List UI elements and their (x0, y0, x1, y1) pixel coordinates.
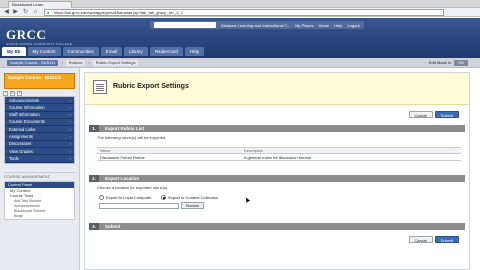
help-link[interactable]: Help (334, 23, 342, 28)
chevron-icon: › (69, 112, 71, 118)
rubric-document-icon (93, 80, 107, 94)
breadcrumb: Sample Course - BUS111 › Rubrics › Rubri… (7, 60, 139, 66)
submit-button-top[interactable]: Submit (434, 111, 459, 118)
address-bar[interactable]: ● https://ssl.grcc.edu/webapps/portal/fr… (44, 9, 444, 16)
breadcrumb-current: Rubric Export Settings (92, 60, 139, 66)
course-management-panel: Control Panel My Content Course Tools Ad… (4, 180, 75, 220)
cancel-button-bottom[interactable]: Cancel (408, 236, 433, 243)
browser-toolbar: ◀ ▶ ↻ ⌂ ● https://ssl.grcc.edu/webapps/p… (0, 8, 480, 17)
step-3-header: 3. Submit (89, 223, 465, 230)
rubric-name: Discussion Forum Rubric (100, 155, 145, 160)
tab-communities[interactable]: Communities (62, 47, 99, 56)
my-places-link[interactable]: My Places (295, 23, 313, 28)
chevron-icon: › (69, 104, 71, 110)
chevron-icon: › (69, 126, 71, 132)
refresh-icon[interactable]: ↻ (10, 91, 15, 96)
top-links: Distance Learning and Instructional T...… (150, 21, 364, 29)
chevron-icon: › (69, 97, 71, 103)
step-2-title: Export Location (105, 176, 140, 181)
submit-button-bottom[interactable]: Submit (434, 236, 459, 243)
grcc-logo[interactable]: GRCC (6, 27, 46, 43)
radio-content-collection[interactable] (161, 195, 167, 200)
edit-mode: Edit Mode is: ON (429, 60, 468, 66)
chevron-icon: › (69, 148, 71, 154)
main-tabs: My Bb My Content Communities Email Libra… (0, 47, 205, 56)
browse-button[interactable]: Browse (181, 202, 205, 209)
step-1-number: 1. (89, 125, 99, 132)
browser-tab-bar: Blackboard Learn (0, 0, 480, 8)
option-collection-label: Export to Content Collection (168, 195, 219, 200)
export-options: Export to Local Computer Export to Conte… (99, 195, 218, 200)
radio-local-computer[interactable] (99, 195, 104, 200)
option-local-label: Export to Local Computer (106, 195, 152, 200)
breadcrumb-separator: › (88, 60, 90, 65)
step-1-title: Export Rubric List (105, 126, 145, 131)
course-sidebar: Sample Course - BUS111 + ↻ ≡ Announcemen… (0, 68, 80, 270)
cancel-button-top[interactable]: Cancel (408, 111, 433, 118)
course-menu-header[interactable]: Sample Course - BUS111 (4, 73, 75, 89)
collection-path-input[interactable] (99, 203, 179, 209)
tab-library[interactable]: Library (124, 47, 148, 56)
table-row: Discussion Forum Rubric A general rubric… (97, 154, 461, 161)
chevron-icon: › (69, 155, 71, 161)
edit-mode-label: Edit Mode is: (428, 60, 452, 65)
step-2-description: Choose a location for exported rubric(s)… (97, 185, 169, 190)
browser-tab[interactable]: Blackboard Learn (8, 1, 72, 8)
main-content: Rubric Export Settings Cancel Submit 1. E… (84, 72, 470, 270)
lock-icon: ● (47, 10, 50, 15)
breadcrumb-separator: › (61, 60, 63, 65)
logo-subtitle: GRAND RAPIDS COMMUNITY COLLEGE (6, 42, 73, 46)
tab-my-bb[interactable]: My Bb (2, 47, 26, 56)
course-title: Sample Course - BUS111 (8, 75, 62, 80)
forward-icon[interactable]: ▶ (12, 9, 19, 16)
logout-link[interactable]: Logout (347, 23, 359, 28)
back-icon[interactable]: ◀ (3, 9, 10, 16)
address-text: https://ssl.grcc.edu/webapps/portal/fram… (54, 10, 184, 15)
menu-item-tools[interactable]: Tools › (5, 155, 74, 163)
folder-view-icon[interactable]: ≡ (17, 91, 22, 96)
step-2-number: 2. (89, 175, 99, 182)
breadcrumb-bar: Sample Course - BUS111 › Rubrics › Rubri… (0, 58, 480, 68)
home-link[interactable]: Home (319, 23, 330, 28)
step-3-number: 3. (89, 223, 99, 230)
column-name: Name (100, 149, 111, 153)
edit-mode-toggle[interactable]: ON (454, 60, 468, 66)
add-menu-item-icon[interactable]: + (3, 91, 8, 96)
step-1-description: The following rubric(s) will be exported… (97, 135, 167, 140)
chevron-icon: › (69, 133, 71, 139)
tab-my-content[interactable]: My Content (27, 47, 61, 56)
rubric-description: A general rubric for discussion forums (244, 155, 311, 160)
mouse-cursor-icon (244, 196, 250, 203)
site-header: GRCC GRAND RAPIDS COMMUNITY COLLEGE Dist… (0, 18, 480, 58)
chevron-icon: › (69, 141, 71, 147)
search-input[interactable] (154, 22, 216, 28)
tab-help[interactable]: Help (184, 47, 205, 56)
reload-icon[interactable]: ↻ (22, 9, 29, 16)
chevron-icon: › (69, 119, 71, 125)
course-menu: Announcements › Course Information › Staff… (4, 96, 75, 164)
home-icon[interactable]: ⌂ (32, 9, 39, 16)
course-management-heading: COURSE MANAGEMENT (4, 171, 75, 179)
tab-email[interactable]: Email (100, 47, 123, 56)
page-title: Rubric Export Settings (113, 83, 189, 90)
page-header: Rubric Export Settings (85, 73, 469, 105)
course-selector[interactable]: Distance Learning and Instructional T... (221, 23, 290, 28)
rubric-table: Name Description Discussion Forum Rubric… (97, 147, 461, 161)
column-description: Description (244, 149, 263, 153)
tool-blogs[interactable]: Blogs (5, 214, 74, 219)
step-2-header: 2. Export Location (89, 175, 465, 182)
step-3-title: Submit (105, 224, 121, 229)
breadcrumb-rubrics[interactable]: Rubrics (65, 60, 86, 66)
breadcrumb-course[interactable]: Sample Course - BUS111 (7, 60, 59, 66)
step-1-header: 1. Export Rubric List (89, 125, 465, 132)
tab-raidercard[interactable]: RaiderCard (149, 47, 183, 56)
